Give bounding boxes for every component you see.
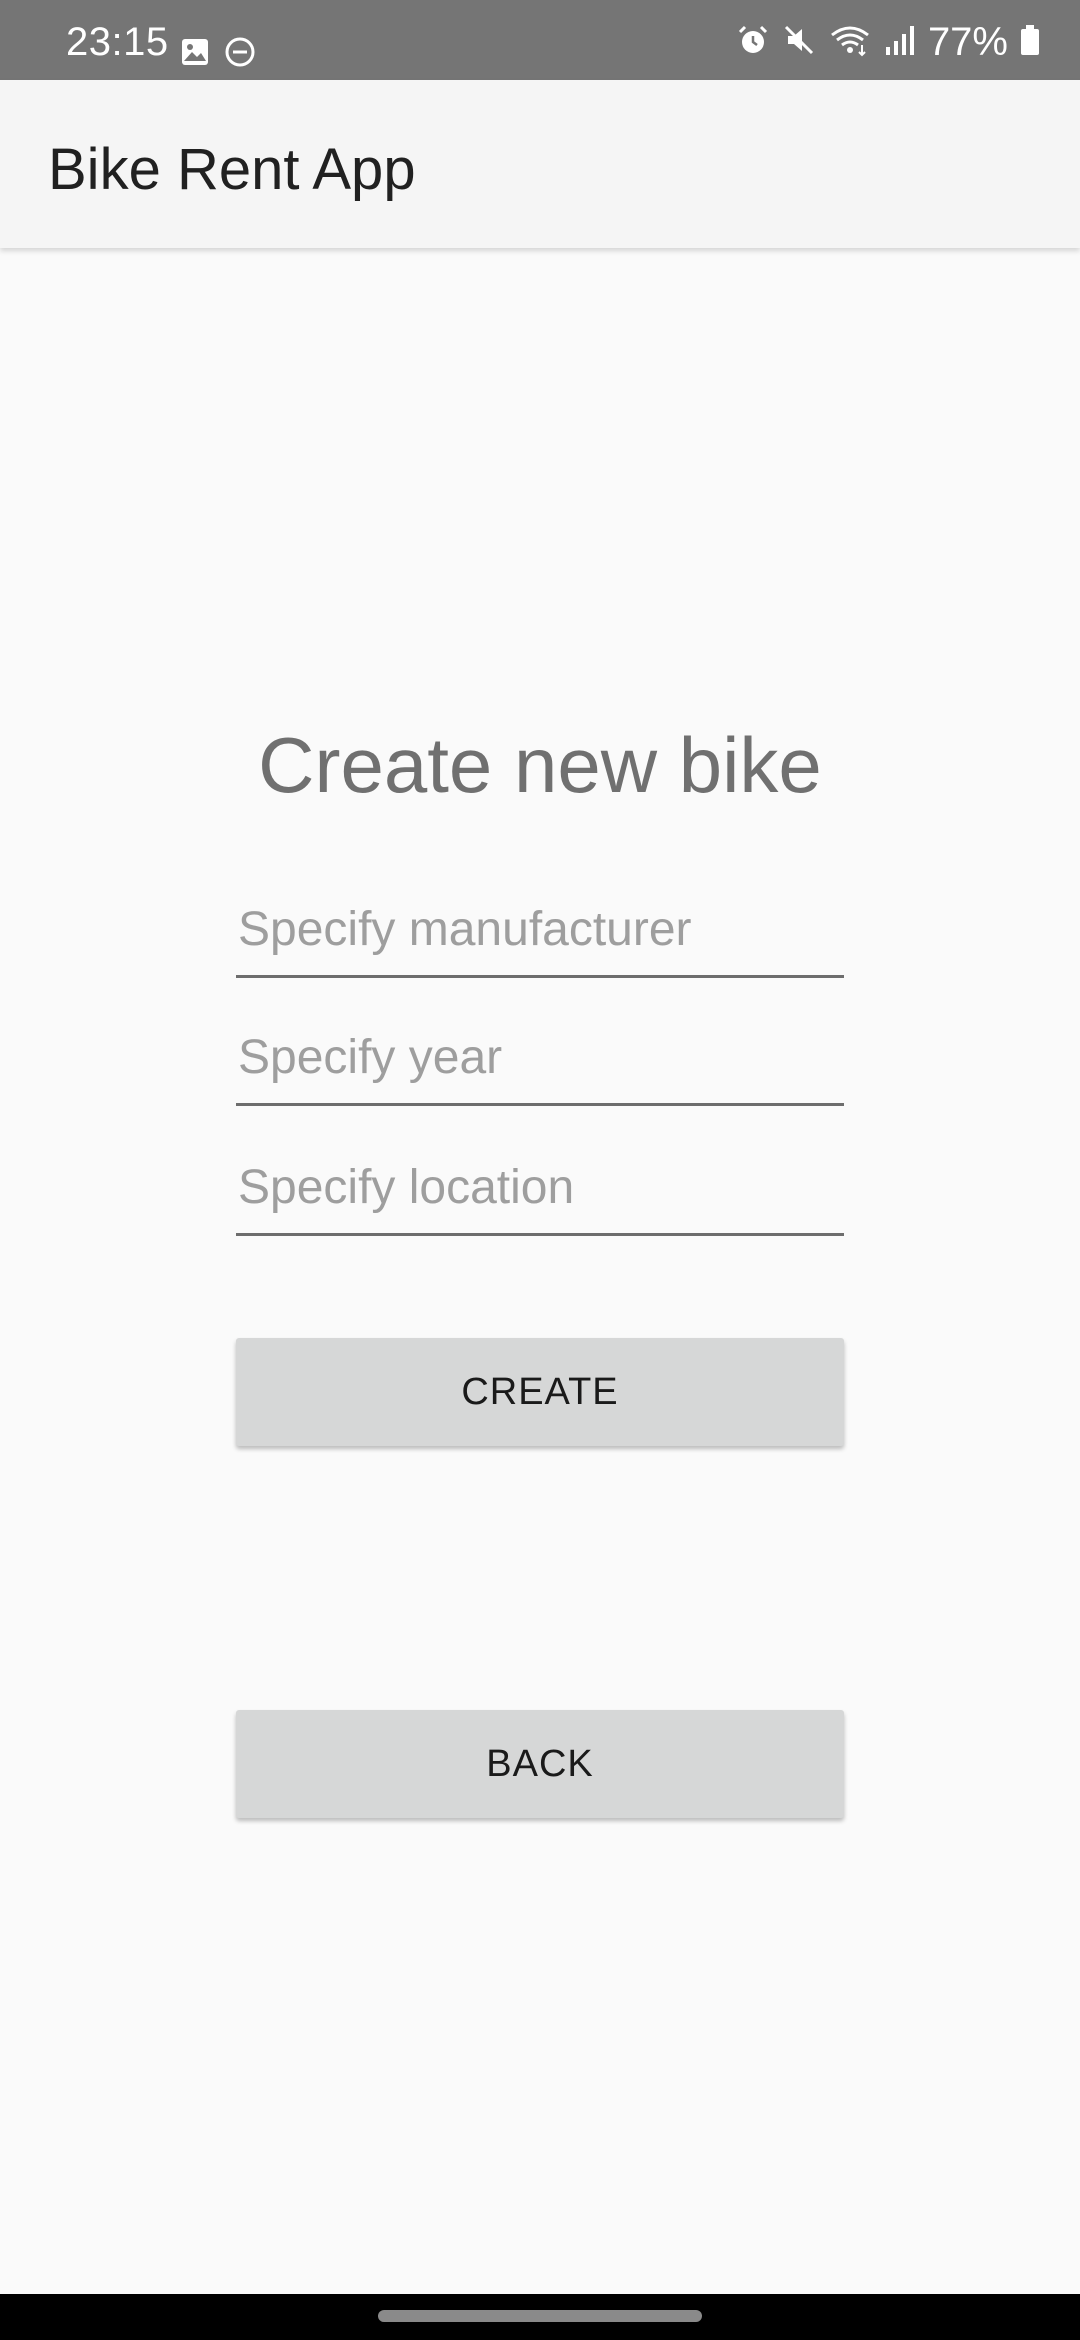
app-title: Bike Rent App <box>48 137 416 202</box>
create-button[interactable]: CREATE <box>236 1338 844 1446</box>
status-time: 23:15 <box>66 20 169 64</box>
form-title: Create new bike <box>258 721 822 809</box>
screen: 23:15 77% Bike Rent App Create new bike … <box>0 0 1080 2340</box>
app-bar: Bike Rent App <box>0 80 1080 248</box>
do-not-disturb-icon <box>224 36 256 73</box>
manufacturer-input[interactable] <box>236 890 844 978</box>
navigation-bar <box>0 2294 1080 2340</box>
battery-percent: 77% <box>927 20 1008 64</box>
status-left-icons <box>180 36 256 73</box>
status-right: 77% <box>736 20 1040 64</box>
alarm-icon <box>736 23 770 62</box>
wifi-icon <box>828 23 872 62</box>
status-bar: 23:15 77% <box>0 0 1080 80</box>
battery-icon <box>1020 23 1040 62</box>
signal-icon <box>884 23 916 62</box>
back-button[interactable]: BACK <box>236 1710 844 1818</box>
year-input[interactable] <box>236 1018 844 1106</box>
location-input[interactable] <box>236 1148 844 1236</box>
mute-icon <box>782 23 816 62</box>
image-icon <box>180 37 210 72</box>
home-gesture-handle[interactable] <box>378 2310 702 2322</box>
